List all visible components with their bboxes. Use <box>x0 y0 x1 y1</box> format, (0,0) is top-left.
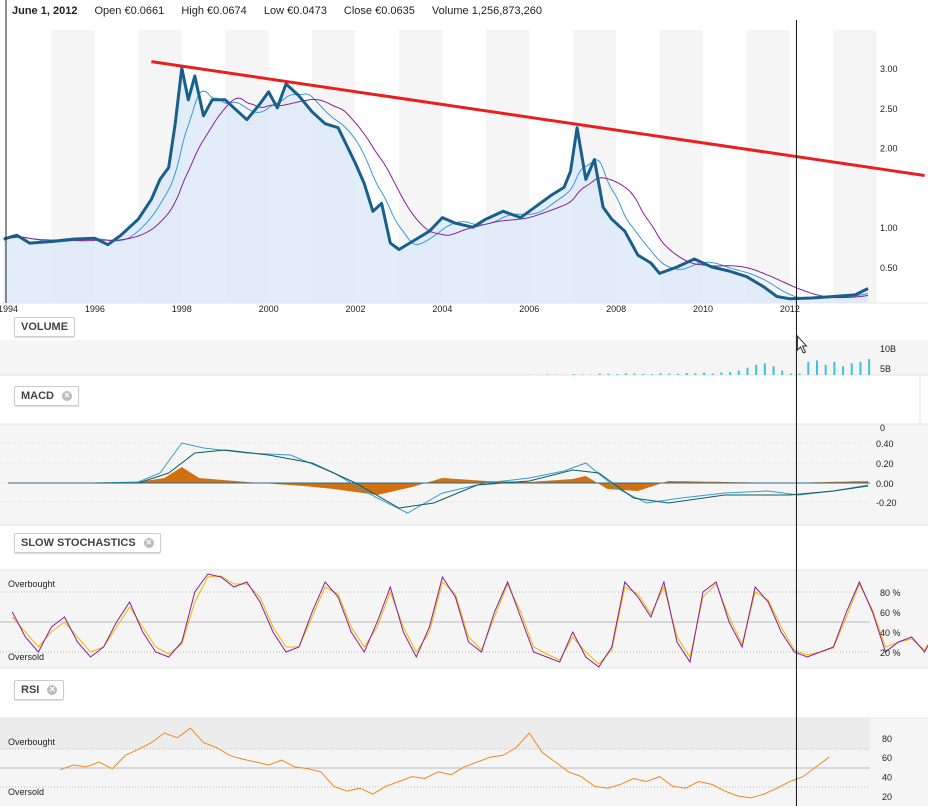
volume-bar <box>703 372 706 375</box>
stochastics-panel-bg <box>0 570 928 668</box>
volume-bar <box>668 373 671 375</box>
x-tick-label: 2010 <box>693 304 713 314</box>
stochastics-tick-label: 20 % <box>880 648 901 658</box>
stochastics-tick-label: 80 % <box>880 588 901 598</box>
stochastics-tick-label: 40 % <box>880 628 901 638</box>
x-tick-label: 2000 <box>259 304 279 314</box>
macd-tick-label: 0 <box>880 423 885 433</box>
stochastics-panel-label[interactable]: SLOW STOCHASTICS ✕ <box>14 533 161 553</box>
volume-bar <box>868 358 871 375</box>
y-tick-label: 0.50 <box>880 263 898 273</box>
volume-bar <box>642 373 645 375</box>
rsi-title: RSI <box>21 684 40 696</box>
volume-tick-label: 10B <box>880 344 896 354</box>
volume-bar <box>763 363 766 375</box>
overbought-label: Overbought <box>8 737 56 747</box>
rsi-tick-label: 20 <box>882 792 892 802</box>
macd-tick-label: 0.40 <box>876 439 894 449</box>
volume-bar <box>659 373 662 375</box>
close-icon[interactable]: ✕ <box>143 538 154 548</box>
rsi-tick-label: 40 <box>882 773 892 783</box>
volume-bar <box>720 372 723 375</box>
volume-bar <box>755 364 758 375</box>
volume-bar <box>737 370 740 375</box>
volume-bar <box>859 361 862 375</box>
x-tick-label: 2006 <box>519 304 539 314</box>
x-tick-label: 1994 <box>0 304 18 314</box>
close-icon[interactable]: ✕ <box>62 391 72 401</box>
rsi-tick-label: 80 <box>882 734 892 744</box>
x-tick-label: 2008 <box>606 304 626 314</box>
macd-title: MACD <box>21 390 54 402</box>
volume-panel-label[interactable]: VOLUME <box>14 317 76 337</box>
stochastics-tick-label: 60 % <box>880 608 901 618</box>
y-tick-label: 2.50 <box>880 104 898 114</box>
volume-bar <box>842 366 845 375</box>
macd-panel-label[interactable]: MACD ✕ <box>14 386 79 406</box>
chart-canvas[interactable]: 1994 1996 1998 2000 2002 2004 2006 2008 2010 2012… <box>0 0 928 806</box>
volume-bar <box>833 361 836 375</box>
year-band <box>746 30 790 303</box>
volume-bar <box>572 374 575 375</box>
rsi-tick-label: 60 <box>882 753 892 763</box>
x-tick-label: 1998 <box>172 304 192 314</box>
volume-bar <box>616 374 619 375</box>
rsi-panel-label[interactable]: RSI ✕ <box>14 680 65 700</box>
volume-bar <box>581 374 584 375</box>
volume-bar <box>781 370 784 375</box>
volume-bar <box>746 367 749 375</box>
volume-bar <box>624 373 627 375</box>
overbought-label: Overbought <box>8 579 56 589</box>
volume-bar <box>633 373 636 375</box>
y-tick-label: 2.00 <box>880 144 898 154</box>
volume-bar <box>807 361 810 375</box>
stochastics-title: SLOW STOCHASTICS <box>21 537 136 549</box>
volume-bar <box>711 373 714 375</box>
x-tick-label: 2004 <box>432 304 452 314</box>
volume-bar <box>824 364 827 375</box>
oversold-label: Oversold <box>8 652 44 662</box>
y-tick-label: 1.00 <box>880 223 898 233</box>
volume-bar <box>598 373 601 375</box>
rsi-overbought-zone <box>0 718 870 749</box>
x-tick-label: 2002 <box>346 304 366 314</box>
macd-panel-bg <box>0 424 928 525</box>
volume-bar <box>815 360 818 375</box>
macd-tick-label: 0.00 <box>876 479 894 489</box>
volume-bar <box>850 363 853 375</box>
macd-tick-label: -0.20 <box>876 498 897 508</box>
volume-bar <box>798 373 801 375</box>
y-tick-label: 3.00 <box>880 64 898 74</box>
close-icon[interactable]: ✕ <box>47 685 58 695</box>
volume-bar <box>789 373 792 375</box>
volume-bar <box>729 372 732 375</box>
volume-bar <box>607 373 610 375</box>
volume-bar <box>546 374 549 375</box>
volume-bar <box>685 372 688 375</box>
volume-panel-bg <box>0 340 928 375</box>
volume-bar <box>650 374 653 375</box>
volume-title: VOLUME <box>21 321 69 333</box>
macd-tick-label: 0.20 <box>876 459 894 469</box>
volume-bar <box>694 373 697 375</box>
stock-chart: June 1, 2012 Open €0.0661 High €0.0674 L… <box>0 0 928 806</box>
oversold-label: Oversold <box>8 787 44 797</box>
volume-bar <box>772 366 775 375</box>
volume-tick-label: 5B <box>880 364 891 374</box>
x-tick-label: 1996 <box>85 304 105 314</box>
volume-bar <box>676 373 679 375</box>
